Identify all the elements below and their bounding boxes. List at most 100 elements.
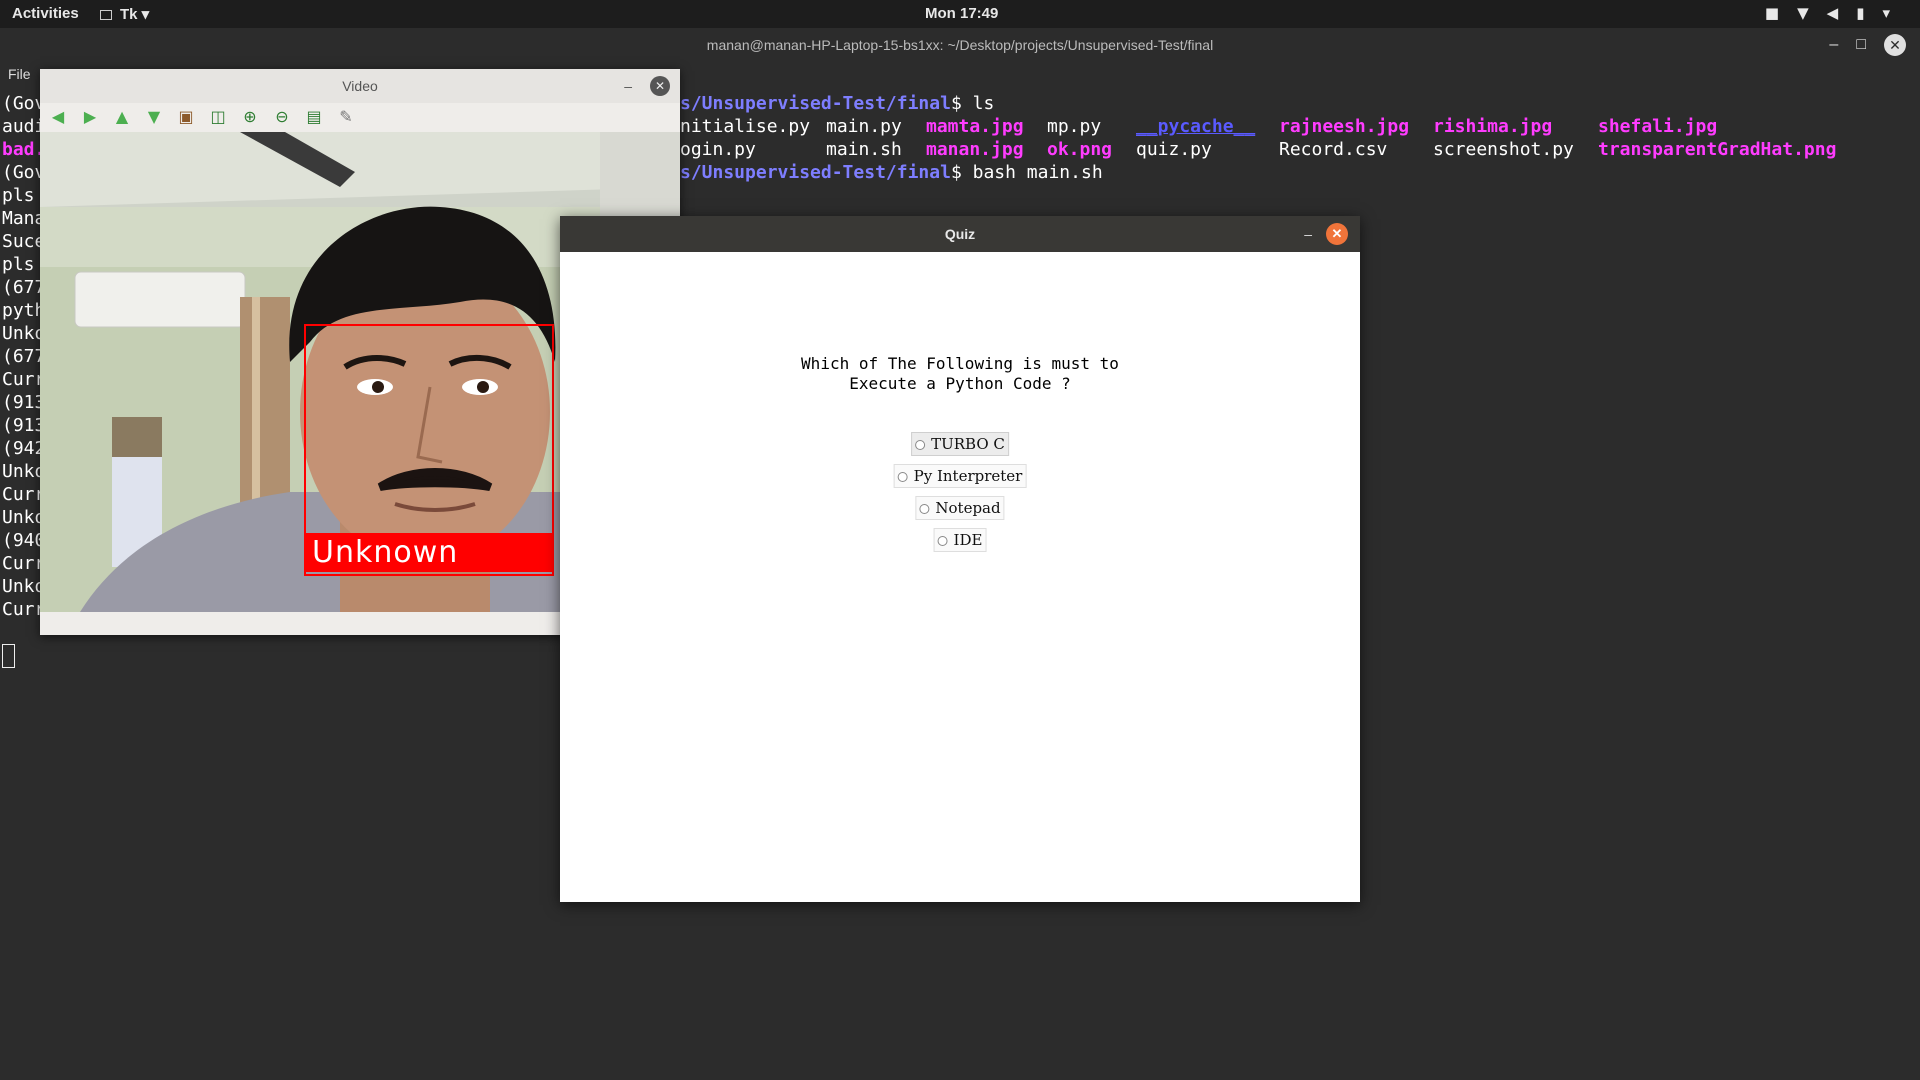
radio-icon bbox=[897, 472, 908, 482]
terminal-line: (942 bbox=[2, 438, 46, 459]
file-entry: screenshot.py bbox=[1433, 139, 1574, 160]
quiz-window: Quiz – ✕ Which of The Following is must … bbox=[560, 216, 1360, 902]
file-entry: rishima.jpg bbox=[1433, 116, 1553, 137]
close-button[interactable]: ✕ bbox=[1326, 223, 1348, 245]
question-line-2: Execute a Python Code ? bbox=[849, 374, 1071, 393]
chevron-down-icon: ▾ bbox=[1882, 4, 1890, 22]
option-ide[interactable]: IDE bbox=[933, 528, 987, 552]
terminal-line: (913 bbox=[2, 392, 46, 413]
activities-button[interactable]: Activities bbox=[12, 5, 79, 22]
camera-icon: ■ bbox=[1764, 4, 1780, 22]
volume-icon: ◀ bbox=[1826, 4, 1839, 22]
terminal-line: pls bbox=[2, 185, 46, 206]
option-py-interpreter[interactable]: Py Interpreter bbox=[893, 464, 1027, 488]
system-tray[interactable]: ■ ▼ ◀ ▮ ▾ bbox=[1765, 4, 1890, 22]
file-entry: mamta.jpg bbox=[926, 116, 1024, 137]
option-turbo-c[interactable]: TURBO C bbox=[911, 432, 1009, 456]
zoom-area-icon[interactable]: ◫ bbox=[208, 107, 228, 127]
option-label: TURBO C bbox=[931, 435, 1005, 453]
terminal-line: Unko bbox=[2, 461, 46, 482]
terminal-line: Curr bbox=[2, 369, 46, 390]
terminal-title: manan@manan-HP-Laptop-15-bs1xx: ~/Deskto… bbox=[706, 37, 1214, 53]
video-toolbar: ◀ ▶ ▲ ▼ ▣ ◫ ⊕ ⊖ ▤ ✎ bbox=[40, 103, 680, 131]
terminal-line: Unko bbox=[2, 576, 46, 597]
window-icon bbox=[100, 10, 112, 21]
terminal-line: Curr bbox=[2, 553, 46, 574]
file-entry: rajneesh.jpg bbox=[1279, 116, 1410, 137]
terminal-line: audi bbox=[2, 116, 46, 137]
quiz-title: Quiz bbox=[944, 226, 976, 242]
arrow-up-icon[interactable]: ▲ bbox=[112, 107, 132, 127]
minimize-button[interactable]: – bbox=[1829, 28, 1838, 62]
terminal-line: Unko bbox=[2, 507, 46, 528]
close-button[interactable]: ✕ bbox=[650, 76, 670, 96]
terminal-line: pyth bbox=[2, 300, 46, 321]
terminal-line: (913 bbox=[2, 415, 46, 436]
file-entry: ogin.py bbox=[680, 139, 756, 160]
terminal-cursor bbox=[2, 644, 15, 668]
quiz-titlebar[interactable]: Quiz – ✕ bbox=[560, 216, 1360, 252]
question-line-1: Which of The Following is must to bbox=[801, 354, 1119, 373]
zoom-out-icon[interactable]: ⊖ bbox=[272, 107, 292, 127]
prompt-command: $ bash main.sh bbox=[950, 162, 1103, 183]
clock[interactable]: Mon 17:49 bbox=[925, 5, 998, 22]
option-notepad[interactable]: Notepad bbox=[915, 496, 1005, 520]
radio-icon bbox=[919, 504, 930, 514]
ls-output-row: nitialise.py bbox=[680, 115, 810, 138]
terminal-line: (677 bbox=[2, 346, 46, 367]
video-title: Video bbox=[342, 78, 378, 94]
terminal-line: (677 bbox=[2, 277, 46, 298]
terminal-line: Curr bbox=[2, 599, 46, 620]
terminal-line: (Gov bbox=[2, 93, 46, 114]
quiz-body: Which of The Following is must to Execut… bbox=[560, 252, 1360, 902]
file-entry: nitialise.py bbox=[680, 116, 811, 137]
file-entry: main.sh bbox=[826, 139, 902, 160]
minimize-button[interactable]: – bbox=[1304, 216, 1312, 252]
arrow-right-icon[interactable]: ▶ bbox=[80, 107, 100, 127]
radio-icon bbox=[915, 440, 926, 450]
terminal-line: Suce bbox=[2, 231, 46, 252]
maximize-button[interactable]: □ bbox=[1856, 28, 1866, 62]
save-icon[interactable]: ▤ bbox=[304, 107, 324, 127]
app-menu[interactable]: Tk ▾ bbox=[100, 5, 149, 23]
terminal-titlebar: manan@manan-HP-Laptop-15-bs1xx: ~/Deskto… bbox=[0, 28, 1920, 62]
wifi-icon: ▼ bbox=[1797, 4, 1809, 22]
file-entry: transparentGradHat.png bbox=[1598, 139, 1837, 160]
close-button[interactable]: ✕ bbox=[1884, 34, 1906, 56]
option-label: IDE bbox=[953, 531, 983, 549]
video-titlebar[interactable]: Video – ✕ bbox=[40, 69, 680, 103]
terminal-line: Curr bbox=[2, 484, 46, 505]
option-label: Py Interpreter bbox=[913, 467, 1023, 485]
file-entry: Record.csv bbox=[1279, 139, 1388, 160]
menu-file[interactable]: File bbox=[8, 66, 31, 82]
terminal-line: (Gov bbox=[2, 162, 46, 183]
app-menu-label: Tk bbox=[120, 6, 138, 23]
file-entry: manan.jpg bbox=[926, 139, 1024, 160]
terminal-line: pls bbox=[2, 254, 46, 275]
terminal-line: Unko bbox=[2, 323, 46, 344]
file-entry: quiz.py bbox=[1136, 139, 1212, 160]
terminal-line: Mana bbox=[2, 208, 46, 229]
prompt-path: s/Unsupervised-Test/final bbox=[680, 93, 951, 114]
file-entry: shefali.jpg bbox=[1598, 116, 1718, 137]
option-label: Notepad bbox=[935, 499, 1001, 517]
question-text: Which of The Following is must to Execut… bbox=[560, 354, 1360, 394]
image-icon[interactable]: ▣ bbox=[176, 107, 196, 127]
terminal-line: bad. bbox=[2, 139, 46, 160]
prompt-command: $ ls bbox=[950, 93, 995, 114]
minimize-button[interactable]: – bbox=[624, 69, 632, 103]
face-label: Unknown bbox=[304, 533, 554, 572]
battery-icon: ▮ bbox=[1856, 4, 1865, 22]
file-entry: ok.png bbox=[1047, 139, 1113, 160]
radio-icon bbox=[937, 536, 948, 546]
file-entry: mp.py bbox=[1047, 116, 1102, 137]
zoom-in-icon[interactable]: ⊕ bbox=[240, 107, 260, 127]
prompt-path: s/Unsupervised-Test/final bbox=[680, 162, 951, 183]
arrow-left-icon[interactable]: ◀ bbox=[48, 107, 68, 127]
file-entry: main.py bbox=[826, 116, 902, 137]
arrow-down-icon[interactable]: ▼ bbox=[144, 107, 164, 127]
brush-icon[interactable]: ✎ bbox=[336, 107, 356, 127]
terminal-line: (940 bbox=[2, 530, 46, 551]
top-bar: Activities Tk ▾ Mon 17:49 ■ ▼ ◀ ▮ ▾ bbox=[0, 0, 1920, 28]
directory-entry: __pycache__ bbox=[1136, 116, 1256, 137]
